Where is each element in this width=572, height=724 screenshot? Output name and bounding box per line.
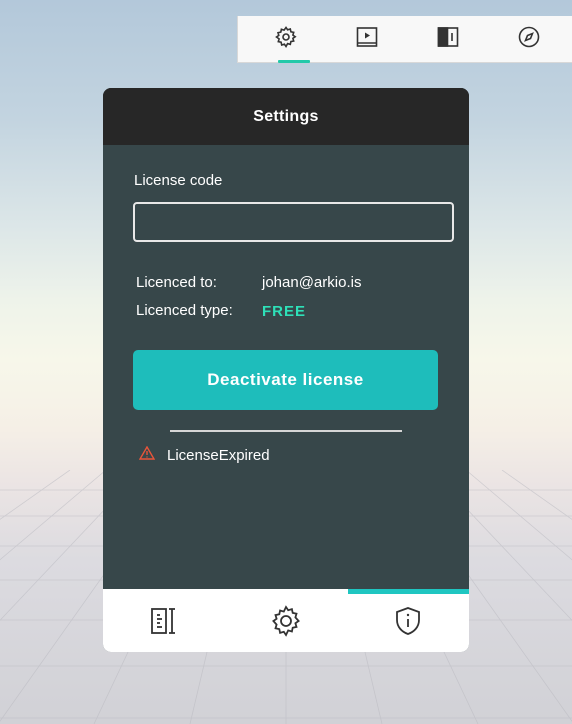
licenced-to-value: johan@arkio.is <box>262 274 362 291</box>
gear-icon <box>274 25 298 54</box>
toolbar-media-button[interactable] <box>327 16 407 62</box>
active-tab-indicator <box>278 60 310 63</box>
shield-info-icon <box>392 605 424 642</box>
gear-icon <box>270 604 302 642</box>
status-message-row: LicenseExpired <box>138 445 270 465</box>
status-message: LicenseExpired <box>167 447 270 464</box>
settings-panel: Settings License code Licenced to: johan… <box>103 88 469 652</box>
video-panel-icon <box>355 25 379 54</box>
toolbar-view-button[interactable] <box>408 16 488 62</box>
top-toolbar <box>237 16 572 63</box>
divider <box>170 430 402 432</box>
ruler-book-icon <box>148 605 180 642</box>
licenced-to-label: Licenced to: <box>136 274 217 291</box>
license-code-label: License code <box>134 172 223 189</box>
tab-about[interactable] <box>347 594 469 652</box>
licenced-type-value: FREE <box>262 303 307 320</box>
license-code-input[interactable] <box>133 202 454 242</box>
compass-icon <box>517 25 541 54</box>
tab-manual[interactable] <box>103 594 225 652</box>
panel-title: Settings <box>253 107 319 125</box>
licenced-type-label: Licenced type: <box>136 302 233 319</box>
tab-settings[interactable] <box>225 594 347 652</box>
deactivate-license-button[interactable]: Deactivate license <box>133 350 438 410</box>
split-view-icon <box>436 25 460 54</box>
toolbar-settings-button[interactable] <box>246 16 326 63</box>
toolbar-navigate-button[interactable] <box>489 16 569 62</box>
panel-header: Settings <box>103 88 469 145</box>
warning-icon <box>138 445 167 465</box>
bottom-tab-bar <box>103 589 469 652</box>
